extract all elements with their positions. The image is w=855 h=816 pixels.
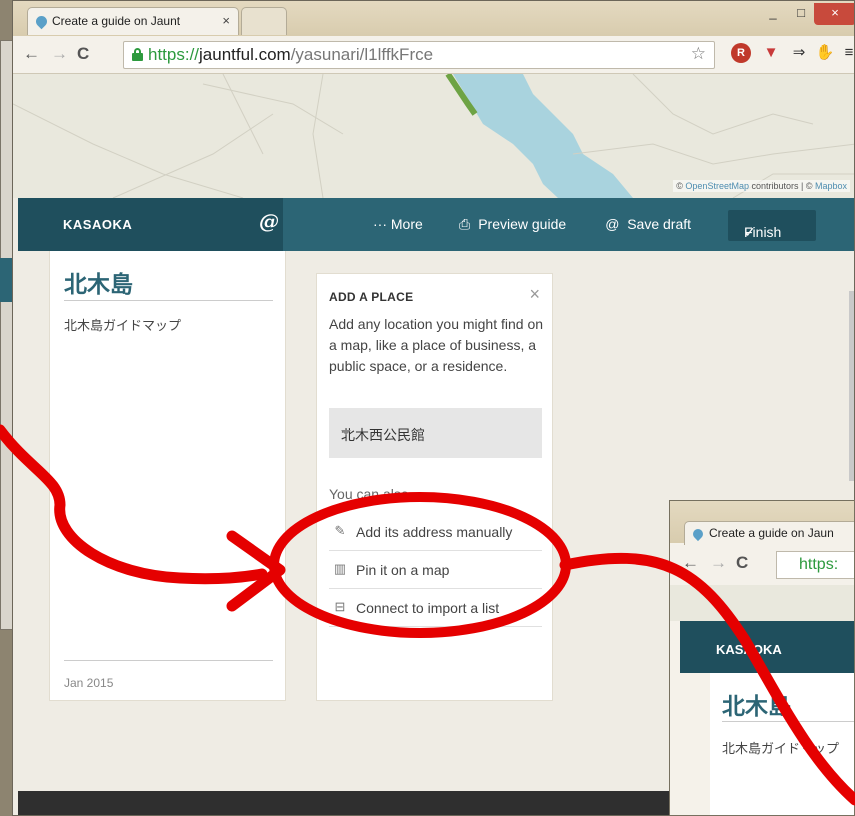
back-arrow-icon[interactable]: ← [23,44,40,64]
connect-import-list-option[interactable]: ⊟ Connect to import a list [329,590,542,627]
preview-icon: ⎙ [459,216,471,232]
extension-arrow-icon[interactable]: ⇒ [789,43,809,63]
url-text: https://jauntful.com/yasunari/l1lffkFrce [148,45,433,65]
save-logo-icon: @ [605,216,620,232]
attribution-mid: contributors | © [748,181,815,191]
also-label: You can also [329,486,409,502]
title-bar: Create a guide on Jaunt × _ □ × [13,1,854,36]
mini-tab-title: Create a guide on Jaun [709,526,834,540]
tab-title: Create a guide on Jaunt [52,14,181,28]
map-icon: ▥ [333,561,347,576]
guide-subtitle[interactable]: 北木島ガイドマップ [64,315,181,334]
mini-guide-subtitle: 北木島ガイドマップ [722,741,840,756]
option-label: Add its address manually [356,524,513,540]
url-scheme: https:// [148,45,200,64]
mini-tab[interactable]: Create a guide on Jaun [684,521,854,545]
url-host: jauntful.com [199,45,291,64]
pocket-icon[interactable]: ▼ [761,43,781,63]
forward-arrow-icon[interactable]: → [51,44,68,64]
osm-link[interactable]: OpenStreetMap [685,181,749,191]
add-address-manually-option[interactable]: ✎ Add its address manually [329,514,542,551]
jauntful-favicon-icon [33,13,50,30]
preview-guide-button[interactable]: ⎙ Preview guide [459,216,566,233]
place-search-value: 北木西公民館 [341,427,425,443]
option-label: Pin it on a map [356,562,450,578]
extension-r-icon[interactable]: R [731,43,751,63]
save-draft-button[interactable]: @ Save draft [605,216,691,232]
map-attribution: © OpenStreetMap contributors | © Mapbox [673,180,850,192]
forward-arrow-icon[interactable]: → [710,553,727,573]
guide-date: Jan 2015 [64,676,114,690]
minimize-button[interactable]: _ [762,3,784,25]
extension-hand-icon[interactable]: ✋ [815,43,835,63]
url-path: /yasunari/l1lffkFrce [290,45,434,64]
option-label: Connect to import a list [356,600,500,616]
mini-map [670,585,854,621]
more-menu[interactable]: ··· More [373,216,423,232]
divider [64,300,273,301]
jauntful-favicon-icon [690,526,706,542]
bookmark-icon: ⊟ [334,599,346,614]
mini-url: https: [799,556,839,573]
preview-label: Preview guide [478,216,567,232]
divider [64,660,273,661]
back-arrow-icon[interactable]: ← [682,553,699,573]
scrollbar[interactable] [849,291,854,481]
reload-icon[interactable]: C [77,44,89,64]
menu-icon[interactable]: ≡ [839,43,854,63]
pencil-icon: ✎ [334,523,346,538]
browser-toolbar: ← → C https://jauntful.com/yasunari/l1lf… [13,36,854,74]
tab-close-icon[interactable]: × [222,13,230,28]
add-place-panel: ADD A PLACE × Add any location you might… [316,273,553,701]
place-search-select[interactable]: 北木西公民館 [329,408,542,458]
mapbox-link[interactable]: Mapbox [815,181,847,191]
chevron-down-icon [341,430,351,435]
address-bar[interactable]: https://jauntful.com/yasunari/l1lffkFrce… [123,41,715,69]
finish-label: Finish [744,224,782,240]
jauntful-logo-icon[interactable]: @ [259,209,279,233]
mini-guide-title: 北木島 [722,693,791,719]
divider [722,721,854,722]
maximize-button[interactable]: □ [790,3,812,25]
finish-button[interactable]: ✓ Finish [728,210,816,241]
pin-on-map-option[interactable]: ▥ Pin it on a map [329,552,542,589]
brand-name[interactable]: KASAOKA [63,217,132,232]
mini-brand-name: KASAOKA [716,642,782,657]
mini-address-bar[interactable]: https: [776,551,854,579]
bookmark-star-icon[interactable]: ☆ [691,44,706,64]
map-view[interactable]: © OpenStreetMap contributors | © Mapbox [13,74,854,198]
second-browser-window: Create a guide on Jaun ← → C https: KASA… [669,500,855,816]
new-tab-button[interactable] [241,7,287,35]
tab-jauntful[interactable]: Create a guide on Jaunt × [27,7,239,35]
mini-toolbar: ← → C https: [670,545,854,585]
sidebar-header [18,198,283,251]
add-place-description: Add any location you might find on a map… [329,316,544,374]
close-window-button[interactable]: × [814,3,854,25]
guide-panel: 北木島 北木島ガイドマップ Jan 2015 [49,251,286,701]
close-icon[interactable]: × [529,284,540,305]
add-place-heading: ADD A PLACE [329,290,414,304]
save-label: Save draft [627,216,692,232]
guide-title[interactable]: 北木島 [64,265,133,299]
lock-icon [132,48,143,61]
reload-icon[interactable]: C [736,553,748,573]
